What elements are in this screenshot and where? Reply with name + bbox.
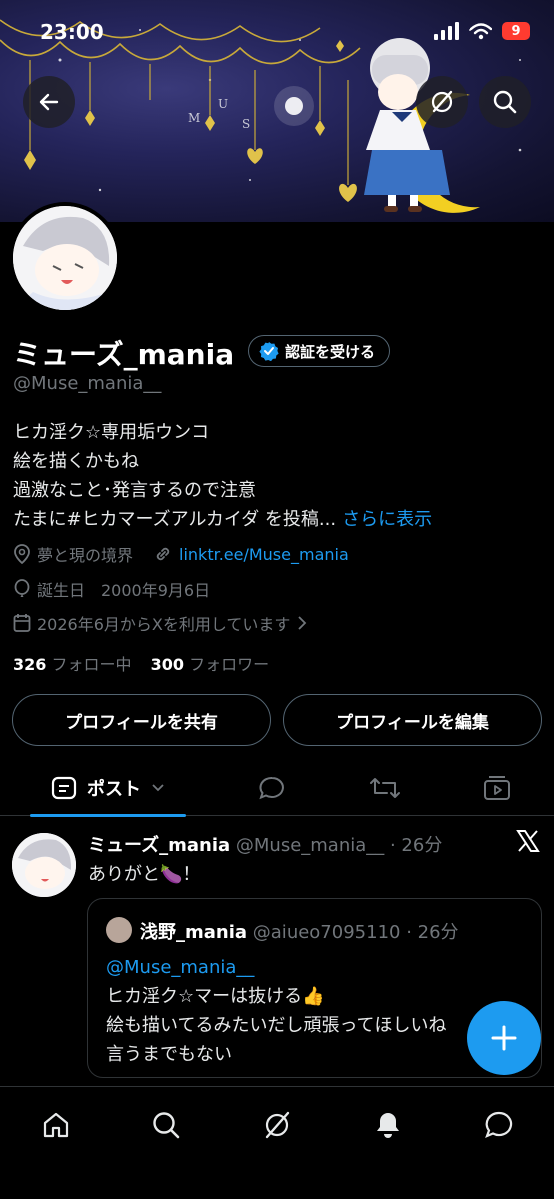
chevron-down-icon <box>152 784 164 792</box>
quote-line: 言うまでもない <box>106 1044 232 1065</box>
quote-mention[interactable]: @Muse_mania__ <box>106 953 447 982</box>
bio-line: 過激なこと･発言するので注意 <box>13 480 256 501</box>
display-name: ミューズ_mania <box>13 338 235 371</box>
quote-author-avatar <box>106 917 132 943</box>
grok-icon <box>265 1111 290 1139</box>
bottom-navigation <box>0 1086 554 1199</box>
profile-meta-joined[interactable]: 2026年6月からXを利用しています <box>13 611 308 635</box>
profile-bio: ヒカ淫ク☆専用垢ウンコ 絵を描くかもね 過激なこと･発言するので注意 たまに#ヒ… <box>13 418 432 534</box>
verified-badge-icon <box>259 342 279 361</box>
quote-author-name: 浅野_mania <box>140 922 248 943</box>
followers-link[interactable]: 300 フォロワー <box>151 655 270 674</box>
profile-avatar[interactable] <box>9 202 121 314</box>
link-icon <box>156 547 170 561</box>
tab-reposts[interactable] <box>360 760 410 816</box>
tab-posts-label: ポスト <box>87 779 141 800</box>
post-header: ミューズ_mania @Muse_mania__ · 26分 <box>88 831 442 857</box>
tab-active-indicator <box>30 814 186 817</box>
battery-indicator: 9 <box>502 22 530 40</box>
tab-replies[interactable] <box>247 760 297 816</box>
repost-icon <box>370 778 400 798</box>
profile-birthday: 誕生日 2000年9月6日 <box>37 581 211 600</box>
bell-icon <box>377 1113 399 1138</box>
profile-website-link[interactable]: linktr.ee/Muse_mania <box>179 545 349 564</box>
status-bar: 23:00 9 <box>0 0 554 66</box>
bio-line: ヒカ淫ク☆専用垢ウンコ <box>13 422 210 443</box>
share-profile-button[interactable]: プロフィールを共有 <box>12 694 271 746</box>
message-icon <box>485 1111 513 1138</box>
home-icon <box>43 1112 69 1138</box>
quote-line: 絵も描いてるみたいだし頑張ってほしいね <box>106 1015 447 1036</box>
reply-bubble-icon <box>259 776 284 800</box>
nav-home[interactable] <box>36 1105 76 1145</box>
tab-posts[interactable]: ポスト <box>30 760 186 816</box>
search-button[interactable] <box>479 76 531 128</box>
profile-handle: @Muse_mania__ <box>13 373 162 394</box>
nav-grok[interactable] <box>257 1105 297 1145</box>
calendar-icon <box>13 614 31 632</box>
edit-profile-button[interactable]: プロフィールを編集 <box>283 694 542 746</box>
grok-button[interactable] <box>416 76 468 128</box>
bio-line: 絵を描くかもね <box>13 451 139 472</box>
status-time: 23:00 <box>40 20 104 44</box>
follow-stats: 326 フォロー中 300 フォロワー <box>13 651 269 675</box>
plus-icon <box>491 1025 517 1051</box>
following-count: 326 <box>13 655 47 674</box>
quote-line: ヒカ淫ク☆マーは抜ける👍 <box>106 986 325 1007</box>
post-meta: @Muse_mania__ · 26分 <box>235 835 443 856</box>
x-logo-icon <box>516 829 540 857</box>
post-author-name[interactable]: ミューズ_mania <box>88 835 230 856</box>
profile-meta-birthday: 誕生日 2000年9月6日 <box>13 577 210 601</box>
balloon-icon <box>14 579 30 597</box>
svg-text:M: M <box>188 111 200 125</box>
nav-notifications[interactable] <box>368 1105 408 1145</box>
nav-search[interactable] <box>146 1105 186 1145</box>
arrow-left-icon <box>39 93 59 111</box>
compose-post-button[interactable] <box>467 1001 541 1075</box>
quote-meta: @aiueo7095110 · 26分 <box>252 922 459 943</box>
search-icon <box>493 90 517 114</box>
svg-text:S: S <box>242 117 250 131</box>
wifi-icon <box>470 23 492 40</box>
posts-icon <box>51 776 77 800</box>
quote-body: @Muse_mania__ ヒカ淫ク☆マーは抜ける👍 絵も描いてるみたいだし頑張… <box>106 953 447 1069</box>
followers-count: 300 <box>150 655 185 674</box>
location-pin-icon <box>14 544 30 564</box>
post-text: ありがと🍆！ <box>88 864 201 885</box>
show-more-link[interactable]: さらに表示 <box>342 509 432 530</box>
followers-label: フォロワー <box>189 655 270 674</box>
avatar-image <box>12 833 76 897</box>
signal-icon <box>434 22 459 40</box>
search-icon <box>153 1112 180 1139</box>
nav-messages[interactable] <box>479 1105 519 1145</box>
video-icon <box>484 776 510 800</box>
profile-meta-location-link: 夢と現の境界 linktr.ee/Muse_mania <box>13 542 349 566</box>
back-button[interactable] <box>23 76 75 128</box>
profile-location: 夢と現の境界 <box>37 546 134 565</box>
profile-joined: 2026年6月からXを利用しています <box>37 615 291 634</box>
quote-header: 浅野_mania @aiueo7095110 · 26分 <box>140 918 459 944</box>
chevron-right-icon <box>298 616 307 630</box>
post-author-avatar[interactable] <box>12 833 76 897</box>
following-link[interactable]: 326 フォロー中 <box>13 655 132 674</box>
following-label: フォロー中 <box>51 655 132 674</box>
avatar-image <box>13 206 117 310</box>
get-verified-label: 認証を受ける <box>285 342 376 361</box>
svg-text:U: U <box>218 97 228 111</box>
grok-icon <box>431 90 453 113</box>
bio-line: たまに#ヒカマーズアルカイダ を投稿... <box>13 509 337 530</box>
get-verified-button[interactable]: 認証を受ける <box>248 335 391 367</box>
profile-tabs: ポスト <box>0 760 554 816</box>
tab-media[interactable] <box>472 760 522 816</box>
